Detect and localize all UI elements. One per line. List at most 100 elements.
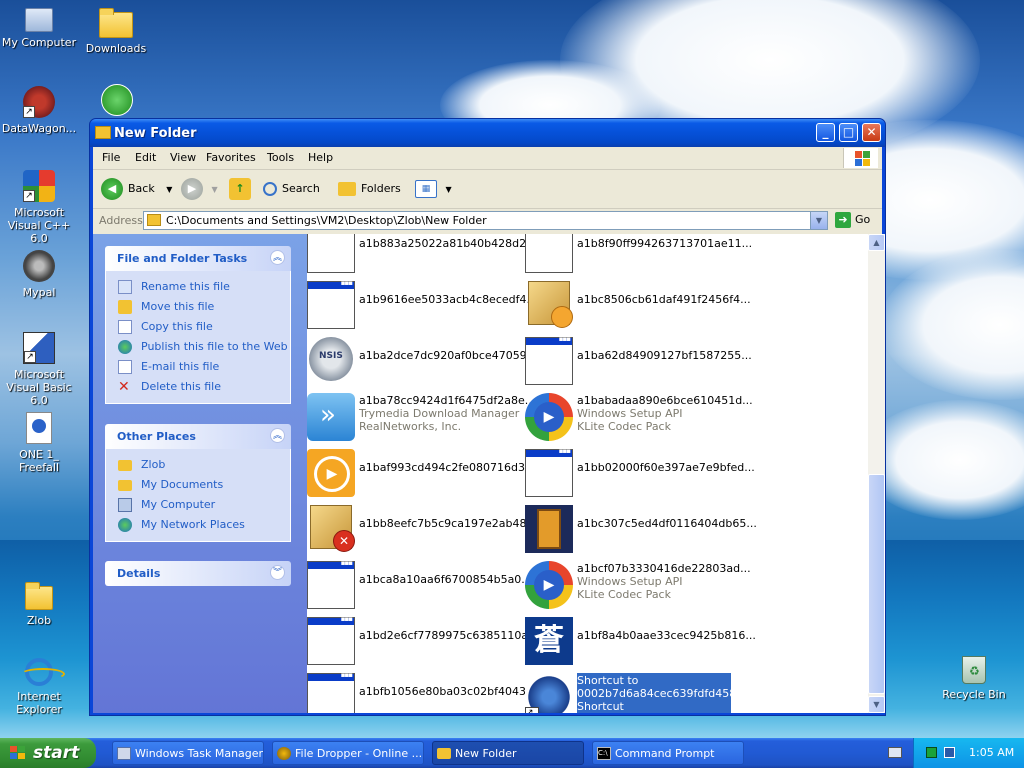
back-dropdown-icon[interactable]: ▼: [166, 185, 172, 194]
file-item[interactable]: » a1ba78cc9424d1f6475df2a8e... Trymedia …: [307, 393, 535, 443]
file-description: Trymedia Download Manager: [359, 407, 520, 420]
maximize-button[interactable]: □: [839, 123, 858, 142]
details-panel: Details ︾: [105, 561, 291, 586]
desktop-icon-my-computer[interactable]: My Computer: [0, 4, 79, 49]
explorer-window: New Folder _ □ ✕ File Edit View Favorite…: [89, 118, 886, 716]
file-name: a1bcf07b3330416de22803ad...: [577, 562, 751, 575]
link-label: Rename this file: [141, 280, 230, 293]
tray-app-icon[interactable]: [926, 747, 937, 758]
file-name: a1b9616ee5033acb4c8ecedf4...: [359, 293, 537, 306]
file-item[interactable]: a1bc307c5ed4df0116404db65...: [525, 505, 757, 555]
expand-chevron-icon[interactable]: ︾: [270, 565, 285, 580]
content-area: File and Folder Tasks ︽ Rename this file…: [93, 234, 882, 713]
installer-box-icon: [528, 281, 573, 328]
menu-file[interactable]: File: [102, 151, 120, 164]
start-button[interactable]: start: [0, 738, 96, 768]
views-button[interactable]: ▦ ▼: [415, 177, 452, 201]
file-item[interactable]: a1bb02000f60e397ae7e9bfed...: [525, 447, 755, 499]
menu-view[interactable]: View: [170, 151, 196, 164]
desktop-icon-label: My Computer: [1, 36, 77, 49]
arcade-cabinet-icon: [525, 505, 573, 553]
collapse-chevron-icon[interactable]: ︽: [270, 428, 285, 443]
desktop-icon-recycle-bin[interactable]: ♻ Recycle Bin: [934, 656, 1014, 701]
search-button[interactable]: Search: [263, 177, 320, 201]
task-file-dropper[interactable]: File Dropper - Online ...: [272, 741, 424, 765]
network-globe-icon: [118, 518, 132, 532]
file-item[interactable]: ▶ a1baf993cd494c2fe080716d3...: [307, 449, 536, 499]
file-and-folder-tasks-header[interactable]: File and Folder Tasks ︽: [105, 246, 291, 271]
menu-help[interactable]: Help: [308, 151, 333, 164]
file-type: Shortcut: [577, 700, 624, 713]
desktop-icon-visual-cpp[interactable]: ↗ Microsoft Visual C++ 6.0: [0, 170, 79, 245]
menu-edit[interactable]: Edit: [135, 151, 156, 164]
close-button[interactable]: ✕: [862, 123, 881, 142]
back-button[interactable]: ◀ Back ▼: [101, 177, 172, 201]
desktop-icon-one-freefall[interactable]: ONE 1_ Freefall: [0, 412, 79, 474]
place-my-computer-link[interactable]: My Computer: [118, 495, 290, 515]
copy-file-link[interactable]: Copy this file: [118, 317, 290, 337]
scroll-down-button[interactable]: ▼: [868, 696, 885, 713]
file-item[interactable]: a1ba62d84909127bf1587255...: [525, 335, 752, 387]
vertical-scrollbar[interactable]: ▲ ▼: [868, 234, 885, 713]
collapse-chevron-icon[interactable]: ︽: [270, 250, 285, 265]
file-item[interactable]: ▶ a1bcf07b3330416de22803ad... Windows Se…: [525, 561, 751, 611]
file-name: a1b8f90ff994263713701ae11...: [577, 237, 753, 250]
place-my-documents-link[interactable]: My Documents: [118, 475, 290, 495]
network-icon[interactable]: [944, 747, 955, 758]
file-item[interactable]: NSIS a1ba2dce7dc920af0bce47059...: [307, 337, 537, 387]
file-item[interactable]: a1bfb1056e80ba03c02bf4043...: [307, 671, 536, 713]
details-header[interactable]: Details ︾: [105, 561, 291, 586]
file-item[interactable]: ✕ a1bb8eefc7b5c9ca197e2ab48...: [307, 505, 537, 555]
desktop-icon-label: Recycle Bin: [942, 688, 1006, 701]
delete-file-link[interactable]: ✕ Delete this file: [118, 377, 290, 397]
other-places-header[interactable]: Other Places ︽: [105, 424, 291, 449]
file-item[interactable]: a1b883a25022a81b40b428d2...: [307, 234, 537, 275]
email-file-link[interactable]: E-mail this file: [118, 357, 290, 377]
task-windows-task-manager[interactable]: Windows Task Manager: [112, 741, 264, 765]
title-bar[interactable]: New Folder _ □ ✕: [90, 119, 885, 147]
raccoon-icon: [23, 250, 55, 282]
keyboard-icon[interactable]: [888, 747, 902, 758]
desktop-icon-zlob[interactable]: Zlob: [0, 578, 79, 627]
desktop-icon-visual-basic[interactable]: ↗ Microsoft Visual Basic 6.0: [0, 332, 79, 407]
address-input[interactable]: C:\Documents and Settings\VM2\Desktop\Zl…: [143, 211, 828, 230]
file-item[interactable]: a1b8f90ff994263713701ae11...: [525, 234, 752, 275]
place-zlob-link[interactable]: Zlob: [118, 455, 290, 475]
go-button[interactable]: ➜ Go: [835, 212, 870, 228]
file-name: a1ba2dce7dc920af0bce47059...: [359, 349, 538, 362]
media-player-icon: ▶: [525, 393, 573, 441]
file-name: a1bfb1056e80ba03c02bf4043...: [359, 685, 537, 698]
forward-button[interactable]: ▶ ▼: [181, 177, 218, 201]
file-item[interactable]: a1bd2e6cf7789975c6385110a...: [307, 615, 539, 667]
minimize-button[interactable]: _: [816, 123, 835, 142]
desktop-icon-downloads[interactable]: Downloads: [76, 4, 156, 55]
publish-file-link[interactable]: Publish this file to the Web: [118, 337, 290, 357]
file-item[interactable]: 蒼 a1bf8a4b0aae33cec9425b816...: [525, 617, 756, 667]
menu-tools[interactable]: Tools: [267, 151, 294, 164]
file-item[interactable]: a1b9616ee5033acb4c8ecedf4...: [307, 279, 537, 331]
folders-button[interactable]: Folders: [338, 177, 401, 201]
desktop-icon-internet-explorer[interactable]: Internet Explorer: [0, 658, 79, 716]
rename-file-link[interactable]: Rename this file: [118, 277, 290, 297]
delete-x-icon: ✕: [118, 379, 130, 395]
file-item[interactable]: ▶ a1babadaa890e6bce610451d... Windows Se…: [525, 393, 753, 443]
task-new-folder[interactable]: New Folder: [432, 741, 584, 765]
go-arrow-icon: ➜: [835, 212, 851, 228]
desktop-icon-mypal[interactable]: Mypal: [0, 250, 79, 299]
menu-favorites[interactable]: Favorites: [206, 151, 256, 164]
file-item-selected[interactable]: ↗ Shortcut to 0002b7d6a84cec639fdfd458f.…: [525, 673, 750, 713]
desktop-icon-datawagon[interactable]: ↗ DataWagon...: [0, 86, 79, 135]
up-folder-button[interactable]: ↑: [229, 177, 256, 201]
file-item[interactable]: a1bc8506cb61daf491f2456f4...: [525, 281, 751, 331]
shortcut-arrow-icon: ↗: [23, 190, 35, 202]
link-label: E-mail this file: [141, 360, 220, 373]
place-network-link[interactable]: My Network Places: [118, 515, 290, 535]
task-command-prompt[interactable]: C:\ Command Prompt: [592, 741, 744, 765]
file-item[interactable]: a1bca8a10aa6f6700854b5a0...: [307, 559, 532, 611]
scroll-up-button[interactable]: ▲: [868, 234, 885, 251]
file-target: 0002b7d6a84cec639fdfd458f...: [577, 687, 750, 700]
address-dropdown-icon[interactable]: ▼: [810, 212, 827, 229]
scroll-thumb[interactable]: [868, 474, 885, 694]
move-file-link[interactable]: Move this file: [118, 297, 290, 317]
checkmark-app-icon[interactable]: [101, 84, 133, 116]
